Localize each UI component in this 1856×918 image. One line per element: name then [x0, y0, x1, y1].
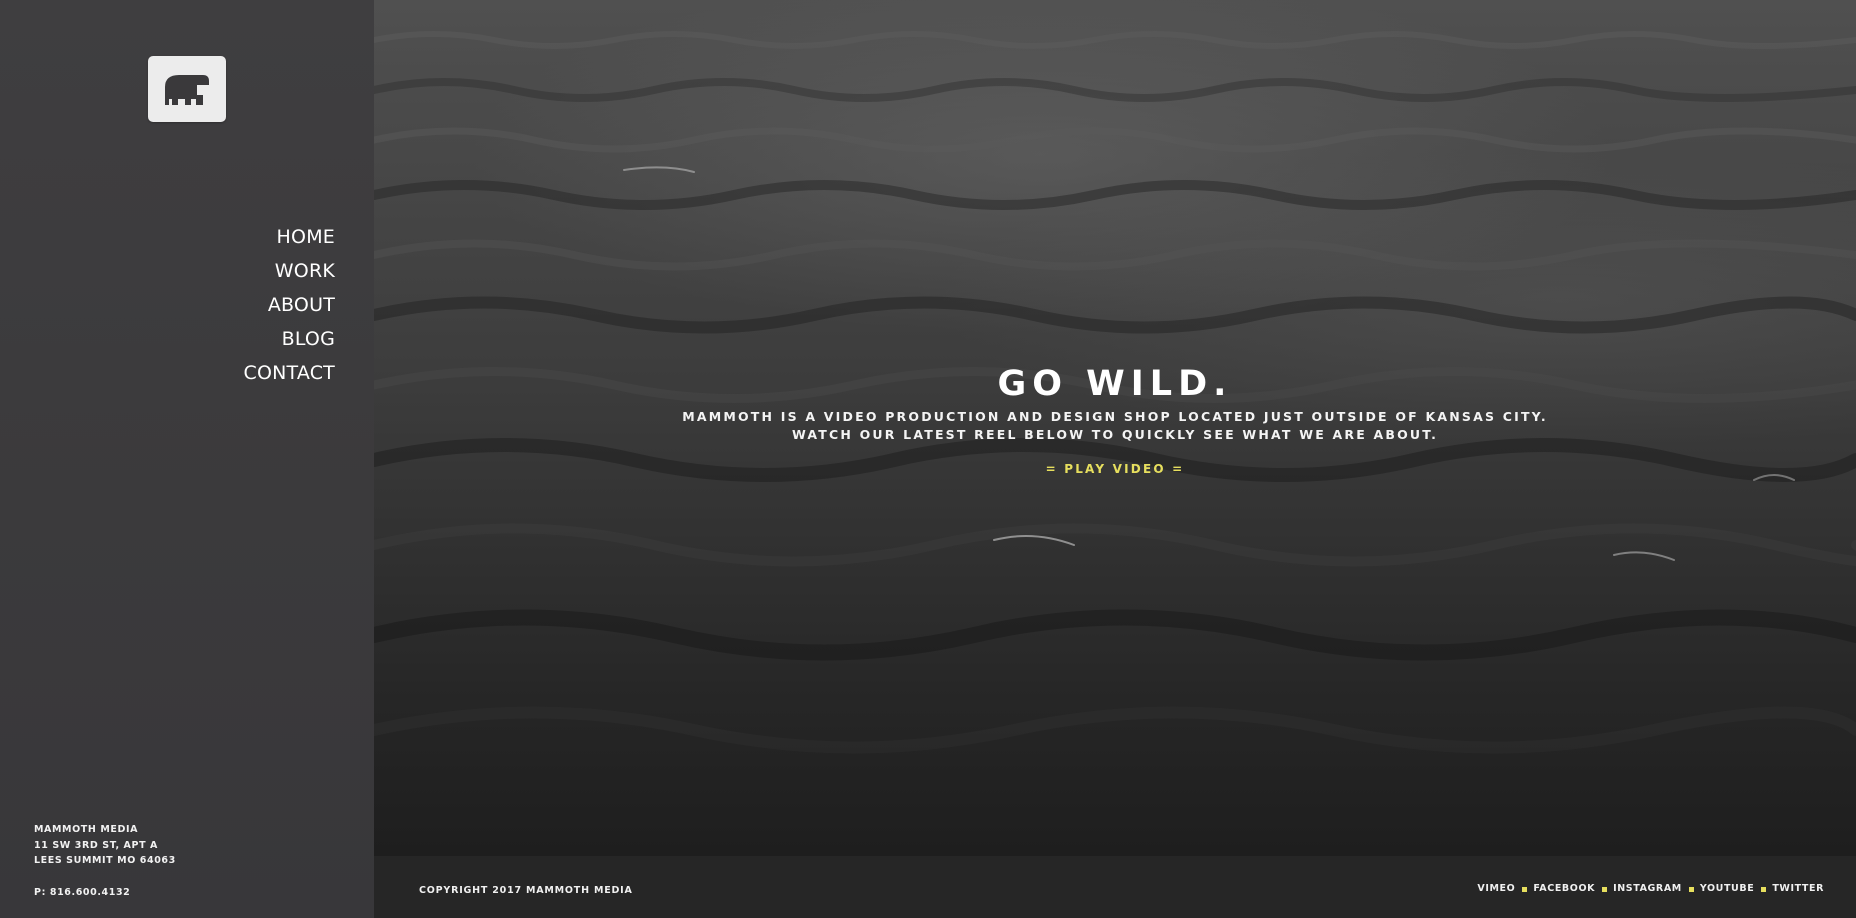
social-links: VIMEO FACEBOOK INSTAGRAM YOUTUBE TWITTER — [1477, 883, 1824, 894]
street-address: 11 SW 3RD ST, APT A — [34, 839, 159, 851]
nav-item-about[interactable]: ABOUT — [268, 288, 335, 322]
address-block: MAMMOTH MEDIA 11 SW 3RD ST, APT A LEES S… — [34, 822, 176, 900]
nav-item-blog[interactable]: BLOG — [282, 322, 335, 356]
social-link-vimeo[interactable]: VIMEO — [1477, 883, 1515, 894]
copyright: COPYRIGHT 2017 MAMMOTH MEDIA — [419, 885, 633, 896]
sidebar: HOME WORK ABOUT BLOG CONTACT MAMMOTH MED… — [0, 0, 374, 918]
city-address: LEES SUMMIT MO 64063 — [34, 855, 176, 866]
hero-content: GO WILD. MAMMOTH IS A VIDEO PRODUCTION A… — [374, 362, 1856, 477]
play-video-button[interactable]: = PLAY VIDEO = — [1046, 462, 1185, 476]
nav-item-contact[interactable]: CONTACT — [243, 356, 335, 390]
company-name: MAMMOTH MEDIA — [34, 824, 139, 835]
separator-dot-icon — [1522, 887, 1528, 892]
page: HOME WORK ABOUT BLOG CONTACT MAMMOTH MED… — [0, 0, 1856, 918]
social-link-facebook[interactable]: FACEBOOK — [1533, 883, 1595, 894]
separator-dot-icon — [1761, 887, 1767, 892]
logo[interactable] — [148, 56, 226, 122]
social-link-instagram[interactable]: INSTAGRAM — [1613, 883, 1682, 894]
hero-headline: GO WILD. — [997, 364, 1233, 404]
social-link-twitter[interactable]: TWITTER — [1772, 883, 1824, 894]
separator-dot-icon — [1602, 887, 1608, 892]
nav-item-home[interactable]: HOME — [277, 220, 335, 254]
hero-section: GO WILD. MAMMOTH IS A VIDEO PRODUCTION A… — [374, 0, 1856, 856]
main-nav: HOME WORK ABOUT BLOG CONTACT — [75, 220, 335, 390]
hero-tagline-line1: MAMMOTH IS A VIDEO PRODUCTION AND DESIGN… — [682, 409, 1548, 424]
footer: COPYRIGHT 2017 MAMMOTH MEDIA VIMEO FACEB… — [374, 856, 1856, 918]
phone-number[interactable]: P: 816.600.4132 — [34, 885, 176, 901]
hero-tagline-line2: WATCH OUR LATEST REEL BELOW TO QUICKLY S… — [791, 427, 1439, 442]
nav-item-work[interactable]: WORK — [275, 254, 335, 288]
social-link-youtube[interactable]: YOUTUBE — [1700, 883, 1754, 894]
separator-dot-icon — [1688, 887, 1694, 892]
elephant-logo-icon — [165, 75, 209, 105]
